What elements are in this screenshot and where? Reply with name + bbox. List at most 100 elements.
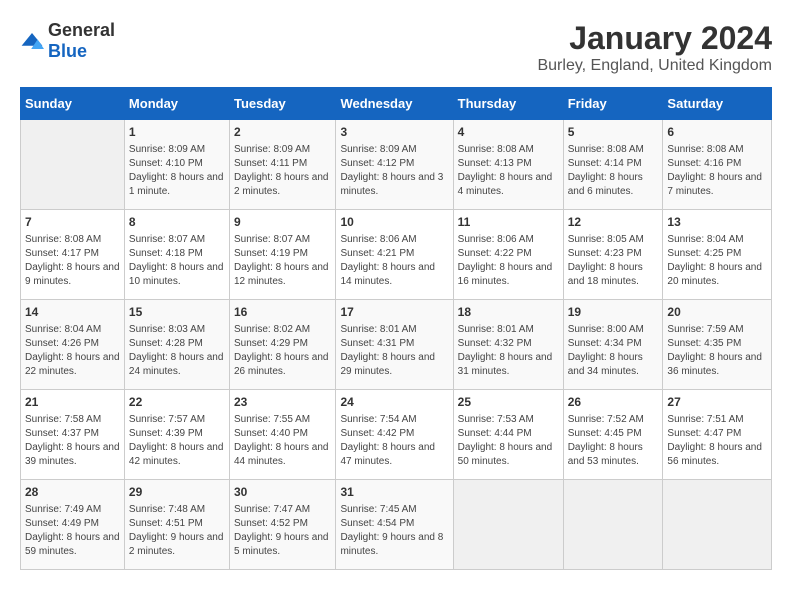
day-number: 1 xyxy=(129,124,225,141)
day-number: 4 xyxy=(458,124,559,141)
calendar-cell: 21 Sunrise: 7:58 AMSunset: 4:37 PMDayligh… xyxy=(21,390,125,480)
month-title: January 2024 xyxy=(537,20,772,57)
cell-content: Sunrise: 7:45 AMSunset: 4:54 PMDaylight:… xyxy=(340,503,448,559)
calendar-cell: 6 Sunrise: 8:08 AMSunset: 4:16 PMDaylight… xyxy=(663,120,772,210)
cell-content: Sunrise: 8:04 AMSunset: 4:26 PMDaylight:… xyxy=(25,323,120,379)
title-section: January 2024 Burley, England, United Kin… xyxy=(537,20,772,75)
day-number: 9 xyxy=(234,214,331,231)
day-number: 23 xyxy=(234,394,331,411)
calendar-cell: 1 Sunrise: 8:09 AMSunset: 4:10 PMDaylight… xyxy=(124,120,229,210)
day-number: 13 xyxy=(667,214,767,231)
day-number: 28 xyxy=(25,484,120,501)
day-number: 2 xyxy=(234,124,331,141)
day-number: 5 xyxy=(568,124,659,141)
calendar-cell: 24Sunrise: 7:54 AMSunset: 4:42 PMDayligh… xyxy=(336,390,453,480)
cell-content: Sunrise: 8:08 AMSunset: 4:13 PMDaylight:… xyxy=(458,143,559,199)
day-number: 17 xyxy=(340,304,448,321)
calendar-cell: 14 Sunrise: 8:04 AMSunset: 4:26 PMDayligh… xyxy=(21,300,125,390)
calendar-cell: 19 Sunrise: 8:00 AMSunset: 4:34 PMDayligh… xyxy=(563,300,663,390)
calendar-cell xyxy=(563,480,663,570)
cell-content: Sunrise: 8:01 AMSunset: 4:32 PMDaylight:… xyxy=(458,323,559,379)
day-number: 20 xyxy=(667,304,767,321)
day-number: 8 xyxy=(129,214,225,231)
cell-content: Sunrise: 7:52 AMSunset: 4:45 PMDaylight:… xyxy=(568,413,659,469)
logo-icon xyxy=(20,31,44,51)
cell-content: Sunrise: 8:05 AMSunset: 4:23 PMDaylight:… xyxy=(568,233,659,289)
calendar-cell: 10Sunrise: 8:06 AMSunset: 4:21 PMDayligh… xyxy=(336,210,453,300)
day-number: 27 xyxy=(667,394,767,411)
cell-content: Sunrise: 8:09 AMSunset: 4:12 PMDaylight:… xyxy=(340,143,448,199)
cell-content: Sunrise: 7:53 AMSunset: 4:44 PMDaylight:… xyxy=(458,413,559,469)
cell-content: Sunrise: 8:02 AMSunset: 4:29 PMDaylight:… xyxy=(234,323,331,379)
cell-content: Sunrise: 7:59 AMSunset: 4:35 PMDaylight:… xyxy=(667,323,767,379)
cell-content: Sunrise: 7:51 AMSunset: 4:47 PMDaylight:… xyxy=(667,413,767,469)
calendar-body: 1 Sunrise: 8:09 AMSunset: 4:10 PMDaylight… xyxy=(21,120,772,570)
day-number: 3 xyxy=(340,124,448,141)
logo: General Blue xyxy=(20,20,115,62)
cell-content: Sunrise: 8:01 AMSunset: 4:31 PMDaylight:… xyxy=(340,323,448,379)
cell-content: Sunrise: 8:08 AMSunset: 4:14 PMDaylight:… xyxy=(568,143,659,199)
header-row: SundayMondayTuesdayWednesdayThursdayFrid… xyxy=(21,88,772,120)
cell-content: Sunrise: 7:58 AMSunset: 4:37 PMDaylight:… xyxy=(25,413,120,469)
calendar-cell: 25 Sunrise: 7:53 AMSunset: 4:44 PMDayligh… xyxy=(453,390,563,480)
calendar-cell: 4 Sunrise: 8:08 AMSunset: 4:13 PMDaylight… xyxy=(453,120,563,210)
day-number: 21 xyxy=(25,394,120,411)
calendar-header: SundayMondayTuesdayWednesdayThursdayFrid… xyxy=(21,88,772,120)
header-day-tuesday: Tuesday xyxy=(229,88,335,120)
day-number: 31 xyxy=(340,484,448,501)
page-header: General Blue January 2024 Burley, Englan… xyxy=(20,20,772,75)
day-number: 14 xyxy=(25,304,120,321)
calendar-cell: 12 Sunrise: 8:05 AMSunset: 4:23 PMDayligh… xyxy=(563,210,663,300)
cell-content: Sunrise: 7:47 AMSunset: 4:52 PMDaylight:… xyxy=(234,503,331,559)
day-number: 22 xyxy=(129,394,225,411)
header-day-thursday: Thursday xyxy=(453,88,563,120)
calendar-cell: 16 Sunrise: 8:02 AMSunset: 4:29 PMDayligh… xyxy=(229,300,335,390)
cell-content: Sunrise: 7:55 AMSunset: 4:40 PMDaylight:… xyxy=(234,413,331,469)
day-number: 6 xyxy=(667,124,767,141)
calendar-table: SundayMondayTuesdayWednesdayThursdayFrid… xyxy=(20,87,772,570)
calendar-cell: 8Sunrise: 8:07 AMSunset: 4:18 PMDaylight… xyxy=(124,210,229,300)
header-day-wednesday: Wednesday xyxy=(336,88,453,120)
cell-content: Sunrise: 8:04 AMSunset: 4:25 PMDaylight:… xyxy=(667,233,767,289)
header-day-saturday: Saturday xyxy=(663,88,772,120)
calendar-cell: 30Sunrise: 7:47 AMSunset: 4:52 PMDayligh… xyxy=(229,480,335,570)
week-row-4: 21 Sunrise: 7:58 AMSunset: 4:37 PMDayligh… xyxy=(21,390,772,480)
calendar-cell: 2Sunrise: 8:09 AMSunset: 4:11 PMDaylight… xyxy=(229,120,335,210)
logo-text: General Blue xyxy=(48,20,115,62)
week-row-3: 14 Sunrise: 8:04 AMSunset: 4:26 PMDayligh… xyxy=(21,300,772,390)
calendar-cell xyxy=(453,480,563,570)
cell-content: Sunrise: 8:07 AMSunset: 4:19 PMDaylight:… xyxy=(234,233,331,289)
day-number: 16 xyxy=(234,304,331,321)
cell-content: Sunrise: 8:09 AMSunset: 4:10 PMDaylight:… xyxy=(129,143,225,199)
cell-content: Sunrise: 8:00 AMSunset: 4:34 PMDaylight:… xyxy=(568,323,659,379)
calendar-cell: 20 Sunrise: 7:59 AMSunset: 4:35 PMDayligh… xyxy=(663,300,772,390)
calendar-cell: 17 Sunrise: 8:01 AMSunset: 4:31 PMDayligh… xyxy=(336,300,453,390)
calendar-cell: 22Sunrise: 7:57 AMSunset: 4:39 PMDayligh… xyxy=(124,390,229,480)
calendar-cell: 11Sunrise: 8:06 AMSunset: 4:22 PMDayligh… xyxy=(453,210,563,300)
calendar-cell: 23 Sunrise: 7:55 AMSunset: 4:40 PMDayligh… xyxy=(229,390,335,480)
day-number: 29 xyxy=(129,484,225,501)
calendar-cell: 28Sunrise: 7:49 AMSunset: 4:49 PMDayligh… xyxy=(21,480,125,570)
cell-content: Sunrise: 7:54 AMSunset: 4:42 PMDaylight:… xyxy=(340,413,448,469)
calendar-cell: 5 Sunrise: 8:08 AMSunset: 4:14 PMDaylight… xyxy=(563,120,663,210)
calendar-cell: 26Sunrise: 7:52 AMSunset: 4:45 PMDayligh… xyxy=(563,390,663,480)
logo-general: General xyxy=(48,20,115,40)
cell-content: Sunrise: 8:08 AMSunset: 4:17 PMDaylight:… xyxy=(25,233,120,289)
calendar-cell: 13 Sunrise: 8:04 AMSunset: 4:25 PMDayligh… xyxy=(663,210,772,300)
cell-content: Sunrise: 7:48 AMSunset: 4:51 PMDaylight:… xyxy=(129,503,225,559)
day-number: 7 xyxy=(25,214,120,231)
day-number: 25 xyxy=(458,394,559,411)
calendar-cell: 18 Sunrise: 8:01 AMSunset: 4:32 PMDayligh… xyxy=(453,300,563,390)
day-number: 18 xyxy=(458,304,559,321)
day-number: 11 xyxy=(458,214,559,231)
day-number: 10 xyxy=(340,214,448,231)
calendar-cell: 15Sunrise: 8:03 AMSunset: 4:28 PMDayligh… xyxy=(124,300,229,390)
week-row-2: 7 Sunrise: 8:08 AMSunset: 4:17 PMDaylight… xyxy=(21,210,772,300)
cell-content: Sunrise: 8:08 AMSunset: 4:16 PMDaylight:… xyxy=(667,143,767,199)
day-number: 19 xyxy=(568,304,659,321)
calendar-cell: 31 Sunrise: 7:45 AMSunset: 4:54 PMDayligh… xyxy=(336,480,453,570)
day-number: 12 xyxy=(568,214,659,231)
header-day-monday: Monday xyxy=(124,88,229,120)
calendar-cell xyxy=(21,120,125,210)
week-row-1: 1 Sunrise: 8:09 AMSunset: 4:10 PMDaylight… xyxy=(21,120,772,210)
